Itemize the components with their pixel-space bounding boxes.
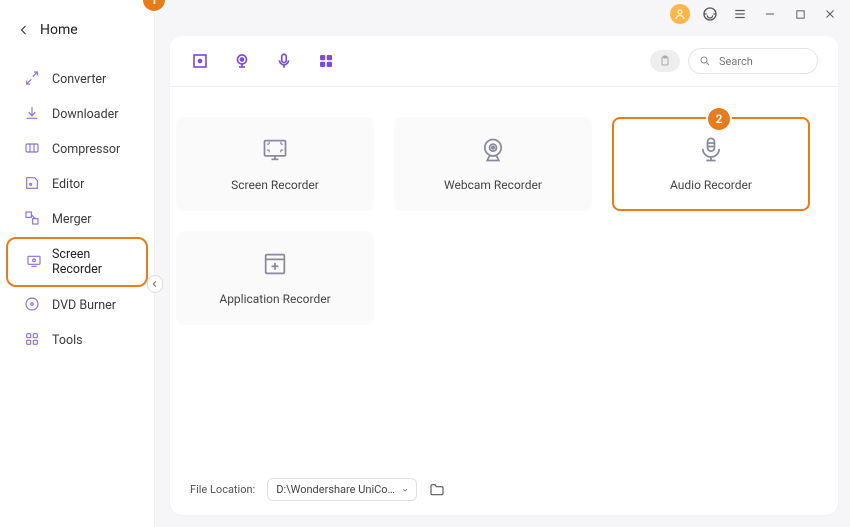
chevron-left-icon	[18, 24, 30, 36]
sidebar-item-dvd-burner[interactable]: DVD Burner	[6, 288, 148, 322]
minimize-icon[interactable]	[760, 4, 780, 24]
window-controls	[670, 0, 850, 24]
editor-icon	[24, 175, 42, 193]
card-label: Audio Recorder	[670, 178, 752, 192]
chevron-down-icon	[402, 486, 408, 494]
merger-icon	[24, 210, 42, 228]
mode-icons	[190, 51, 336, 71]
card-label: Screen Recorder	[231, 178, 319, 192]
sidebar-item-label: Converter	[52, 72, 106, 87]
screen-icon	[261, 136, 289, 164]
file-location-value: D:\Wondershare UniConverter 1	[276, 483, 396, 496]
search-box[interactable]	[688, 48, 818, 74]
microphone-icon	[697, 136, 725, 164]
toolbar	[170, 36, 838, 87]
webcam-icon	[479, 136, 507, 164]
application-icon	[261, 250, 289, 278]
disc-icon	[24, 296, 42, 314]
sidebar-item-label: Screen Recorder	[52, 247, 128, 277]
sidebar-item-screen-recorder[interactable]: Screen Recorder	[6, 237, 148, 287]
sidebar-item-editor[interactable]: Editor	[6, 167, 148, 201]
sidebar-item-converter[interactable]: Converter	[6, 62, 148, 96]
home-label: Home	[40, 22, 78, 38]
card-label: Application Recorder	[219, 292, 330, 306]
sidebar-item-label: DVD Burner	[52, 298, 116, 313]
mode-audio-icon[interactable]	[274, 51, 294, 71]
tools-icon	[24, 331, 42, 349]
nav: Converter Downloader Compressor Editor M…	[0, 62, 154, 357]
annotation-badge-1: 1	[143, 0, 165, 11]
sidebar-item-downloader[interactable]: Downloader	[6, 97, 148, 131]
sidebar-item-label: Downloader	[52, 107, 119, 122]
main-panel: Screen Recorder Webcam Recorder 2 Audio …	[170, 36, 838, 515]
sidebar-item-label: Editor	[52, 177, 84, 192]
clipboard-button[interactable]	[650, 50, 680, 72]
screen-recorder-icon	[26, 253, 42, 271]
sidebar: Home Converter Downloader Compressor Edi…	[0, 0, 155, 527]
footer: File Location: D:\Wondershare UniConvert…	[190, 478, 445, 501]
file-location-label: File Location:	[190, 483, 255, 496]
mode-screen-icon[interactable]	[190, 51, 210, 71]
card-label: Webcam Recorder	[444, 178, 542, 192]
converter-icon	[24, 70, 42, 88]
card-screen-recorder[interactable]: Screen Recorder	[176, 117, 374, 211]
sidebar-item-label: Compressor	[52, 142, 120, 157]
close-icon[interactable]	[820, 4, 840, 24]
menu-icon[interactable]	[730, 4, 750, 24]
card-audio-recorder[interactable]: 2 Audio Recorder	[612, 117, 810, 211]
search-input[interactable]	[719, 55, 799, 68]
recorder-cards: Screen Recorder Webcam Recorder 2 Audio …	[170, 87, 838, 325]
card-webcam-recorder[interactable]: Webcam Recorder	[394, 117, 592, 211]
maximize-icon[interactable]	[790, 4, 810, 24]
mode-apps-icon[interactable]	[316, 51, 336, 71]
file-location-select[interactable]: D:\Wondershare UniConverter 1	[267, 478, 417, 501]
open-folder-button[interactable]	[429, 482, 445, 498]
mode-webcam-icon[interactable]	[232, 51, 252, 71]
sidebar-item-label: Tools	[52, 333, 83, 348]
search-icon	[699, 55, 711, 67]
home-link[interactable]: Home	[0, 12, 154, 48]
sidebar-item-label: Merger	[52, 212, 92, 227]
sidebar-item-tools[interactable]: Tools	[6, 323, 148, 357]
sidebar-collapse-button[interactable]	[147, 275, 163, 293]
support-icon[interactable]	[700, 4, 720, 24]
avatar-icon[interactable]	[670, 4, 690, 24]
compress-icon	[24, 140, 42, 158]
card-application-recorder[interactable]: Application Recorder	[176, 231, 374, 325]
annotation-badge-2: 2	[708, 108, 730, 130]
download-icon	[24, 105, 42, 123]
sidebar-item-compressor[interactable]: Compressor	[6, 132, 148, 166]
sidebar-item-merger[interactable]: Merger 1	[6, 202, 148, 236]
